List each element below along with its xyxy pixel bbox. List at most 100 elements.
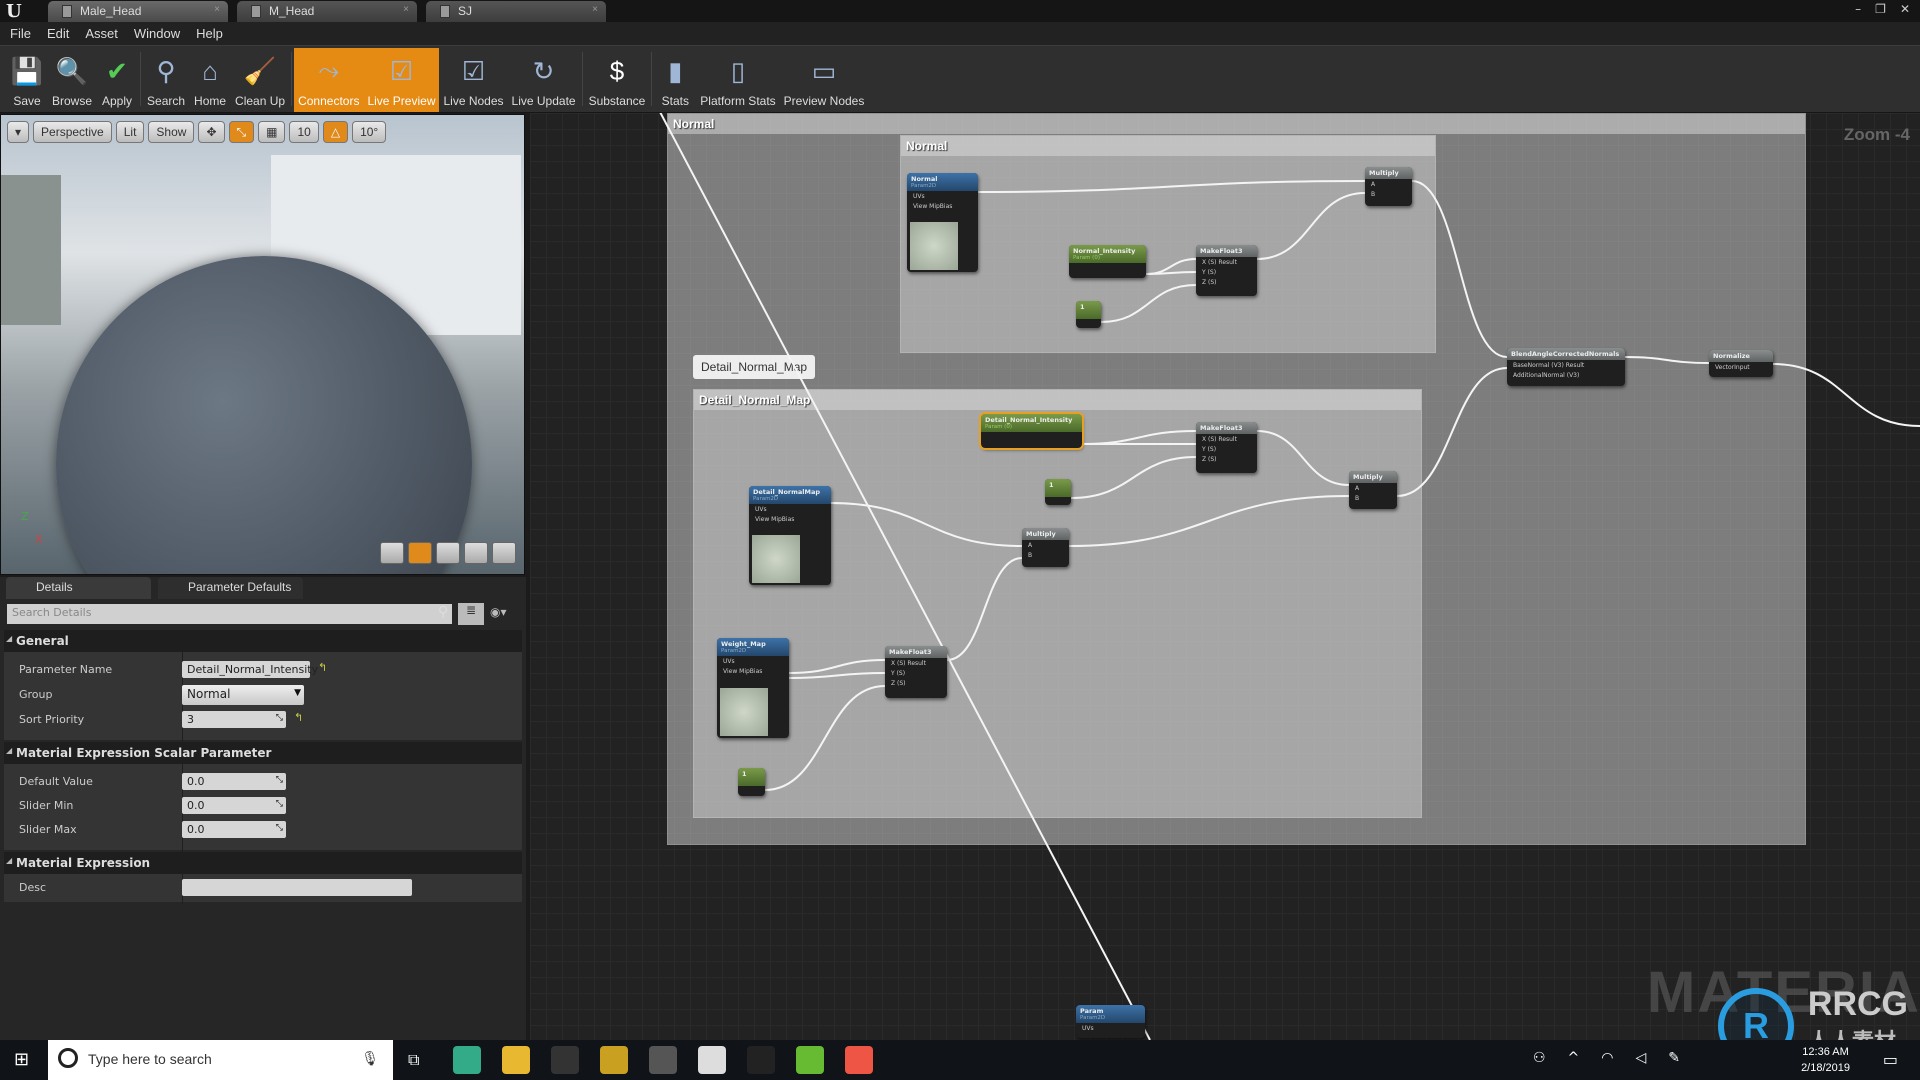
node-multiply[interactable]: Multiply A B [1365, 167, 1412, 206]
node-pin[interactable]: A [1349, 483, 1397, 493]
group-dropdown[interactable]: Normal ▼ [182, 685, 304, 705]
save-button[interactable]: 💾 Save [6, 48, 48, 112]
node-pin[interactable]: UVs [717, 656, 789, 666]
unreal-engine-icon[interactable] [551, 1046, 579, 1074]
notifications-icon[interactable]: ▭ [1883, 1050, 1898, 1069]
clock[interactable]: 12:36 AM 2/18/2019 [1801, 1044, 1850, 1076]
node-pin[interactable]: UVs [749, 504, 831, 514]
node-pin[interactable]: View MipBias [717, 666, 789, 676]
browse-button[interactable]: 🔍 Browse [48, 48, 96, 112]
translate-icon[interactable]: ✥ [198, 121, 225, 143]
node-pin[interactable]: X (S) Result [1196, 434, 1257, 444]
preview-nodes-button[interactable]: ▭ Preview Nodes [780, 48, 869, 112]
apply-button[interactable]: ✔ Apply [96, 48, 138, 112]
node-multiply[interactable]: Multiply A B [1022, 528, 1069, 567]
zbrush-icon[interactable] [698, 1046, 726, 1074]
spinner-icon[interactable]: ⤡ [276, 713, 283, 723]
slider-max-field[interactable]: 0.0 ⤡ [182, 821, 286, 838]
spinner-icon[interactable]: ⤡ [276, 799, 283, 809]
preview-cube-button[interactable] [464, 542, 488, 564]
perspective-button[interactable]: Perspective [33, 121, 112, 143]
taskbar-search-input[interactable]: Type here to search 🎙 [48, 1040, 393, 1080]
tab-male-head[interactable]: Male_Head × [48, 1, 228, 22]
section-general[interactable]: General [4, 630, 522, 652]
view-options-list-icon[interactable]: ≣ [458, 603, 484, 625]
windows-start-icon[interactable]: ⊞ [14, 1049, 29, 1070]
live-preview-button[interactable]: ☑ Live Preview [363, 48, 440, 112]
preview-viewport[interactable]: ▾ Perspective Lit Show ✥ ⤡ ▦ 10 △ 10° Z … [0, 114, 525, 575]
menu-file[interactable]: File [10, 22, 40, 45]
stats-button[interactable]: ▮ Stats [654, 48, 696, 112]
sort-priority-field[interactable]: 3 ⤡ [182, 711, 286, 728]
node-multiply[interactable]: Multiply A B [1349, 471, 1397, 509]
node-1[interactable]: 1 [738, 768, 765, 796]
node-blendanglecorrectednormals[interactable]: BlendAngleCorrectedNormals BaseNormal (V3… [1507, 348, 1625, 386]
node-pin[interactable]: Y (S) [1196, 444, 1257, 454]
people-icon[interactable]: ⚇ [1533, 1050, 1546, 1066]
search-details-input[interactable]: Search Details [7, 604, 452, 624]
material-graph[interactable]: Normal Normal Detail_Normal_Map Detail_N… [530, 113, 1920, 1040]
node-pin[interactable]: Y (S) [1196, 267, 1257, 277]
node-detail-normal-intensity[interactable]: Detail_Normal_Intensity Param (0) [979, 412, 1084, 450]
node-detail-normalmap[interactable]: Detail_NormalMap Param2D UVs View MipBias [749, 486, 831, 585]
home-button[interactable]: ⌂ Home [189, 48, 231, 112]
chrome-icon[interactable] [453, 1046, 481, 1074]
preview-cylinder-button[interactable] [380, 542, 404, 564]
platform-stats-button[interactable]: ▯ Platform Stats [696, 48, 779, 112]
task-view-icon[interactable]: ⧉ [408, 1050, 419, 1070]
grid-snap-value[interactable]: 10 [289, 121, 319, 143]
viewport-options-button[interactable]: ▾ [7, 121, 30, 143]
close-icon[interactable]: × [592, 4, 598, 15]
node-weight-map[interactable]: Weight_Map Param2D UVs View MipBias [717, 638, 789, 738]
menu-window[interactable]: Window [134, 22, 189, 45]
node-pin[interactable]: Z (S) [1196, 277, 1257, 287]
node-1[interactable]: 1 [1045, 479, 1071, 505]
rotation-snap-value[interactable]: 10° [352, 121, 387, 143]
menu-asset[interactable]: Asset [85, 22, 127, 45]
node-normal-intensity[interactable]: Normal_Intensity Param (0) [1069, 245, 1146, 278]
rotation-snap-icon[interactable]: △ [322, 121, 349, 143]
tab-parameter-defaults[interactable]: Parameter Defaults [158, 577, 303, 599]
tab-sj[interactable]: SJ × [426, 1, 606, 22]
node-pin[interactable]: View MipBias [749, 514, 831, 524]
scale-icon[interactable]: ⤡ [228, 121, 255, 143]
substance-button[interactable]: $ Substance [585, 48, 650, 112]
live-update-button[interactable]: ↻ Live Update [508, 48, 580, 112]
node-pin[interactable]: A [1022, 540, 1069, 550]
pen-icon[interactable]: ✎ [1668, 1050, 1680, 1066]
close-icon[interactable]: × [403, 4, 409, 15]
node-pin[interactable]: B [1349, 493, 1397, 503]
davinci-icon[interactable] [649, 1046, 677, 1074]
search-button[interactable]: ⚲ Search [143, 48, 189, 112]
node-pin[interactable]: AdditionalNormal (V3) [1507, 370, 1625, 380]
marmoset-icon[interactable] [600, 1046, 628, 1074]
close-icon[interactable]: × [214, 4, 220, 15]
node-1[interactable]: 1 [1076, 301, 1101, 328]
connectors-button[interactable]: ⤳ Connectors [294, 48, 364, 112]
epic-games-icon[interactable] [747, 1046, 775, 1074]
grid-icon[interactable]: ▦ [258, 121, 286, 143]
preview-mesh-button[interactable] [492, 542, 516, 564]
node-pin[interactable]: Z (S) [885, 678, 947, 688]
spinner-icon[interactable]: ⤡ [276, 775, 283, 785]
menu-help[interactable]: Help [196, 22, 232, 45]
minimize-icon[interactable]: – [1855, 2, 1861, 16]
node-pin[interactable]: BaseNormal (V3) Result [1507, 360, 1625, 370]
camtasia-green-icon[interactable] [796, 1046, 824, 1074]
volume-icon[interactable]: ◁ [1635, 1050, 1646, 1066]
camtasia-orange-icon[interactable] [845, 1046, 873, 1074]
node-param[interactable]: Param Param2D UVs [1076, 1005, 1145, 1038]
tab-m-head[interactable]: M_Head × [237, 1, 417, 22]
section-material-expression[interactable]: Material Expression [4, 852, 522, 874]
tray-chevron-icon[interactable]: ^ [1568, 1050, 1580, 1066]
node-pin[interactable]: View MipBias [907, 201, 978, 211]
preview-sphere-button[interactable] [408, 542, 432, 564]
desc-field[interactable] [182, 879, 412, 896]
microphone-icon[interactable]: 🎙 [361, 1050, 379, 1067]
node-pin[interactable]: X (S) Result [885, 658, 947, 668]
show-button[interactable]: Show [148, 121, 195, 143]
menu-edit[interactable]: Edit [47, 22, 78, 45]
section-scalar-parameter[interactable]: Material Expression Scalar Parameter [4, 742, 522, 764]
node-makefloat3[interactable]: MakeFloat3 X (S) Result Y (S) Z (S) [1196, 245, 1257, 296]
node-pin[interactable]: B [1022, 550, 1069, 560]
